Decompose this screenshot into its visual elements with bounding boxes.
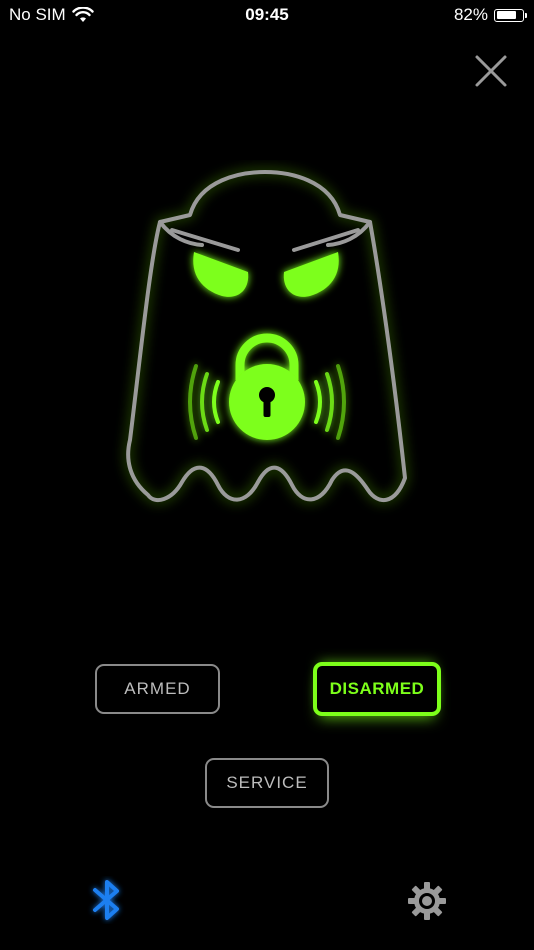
close-icon[interactable]: [470, 50, 512, 92]
battery-icon: [494, 8, 527, 22]
service-button[interactable]: SERVICE: [205, 758, 329, 808]
bluetooth-icon[interactable]: [86, 876, 128, 924]
armed-button[interactable]: ARMED: [95, 664, 220, 714]
battery-tip: [525, 12, 527, 18]
battery-percent: 82%: [453, 5, 488, 24]
battery-fill: [496, 11, 517, 19]
disarmed-button[interactable]: DISARMED: [313, 662, 441, 716]
status-bar: No SIM 09:45 82%: [0, 0, 534, 30]
status-right: 82%: [453, 5, 527, 25]
ghost-lock-icon: [125, 168, 409, 504]
gear-icon[interactable]: [406, 880, 448, 922]
